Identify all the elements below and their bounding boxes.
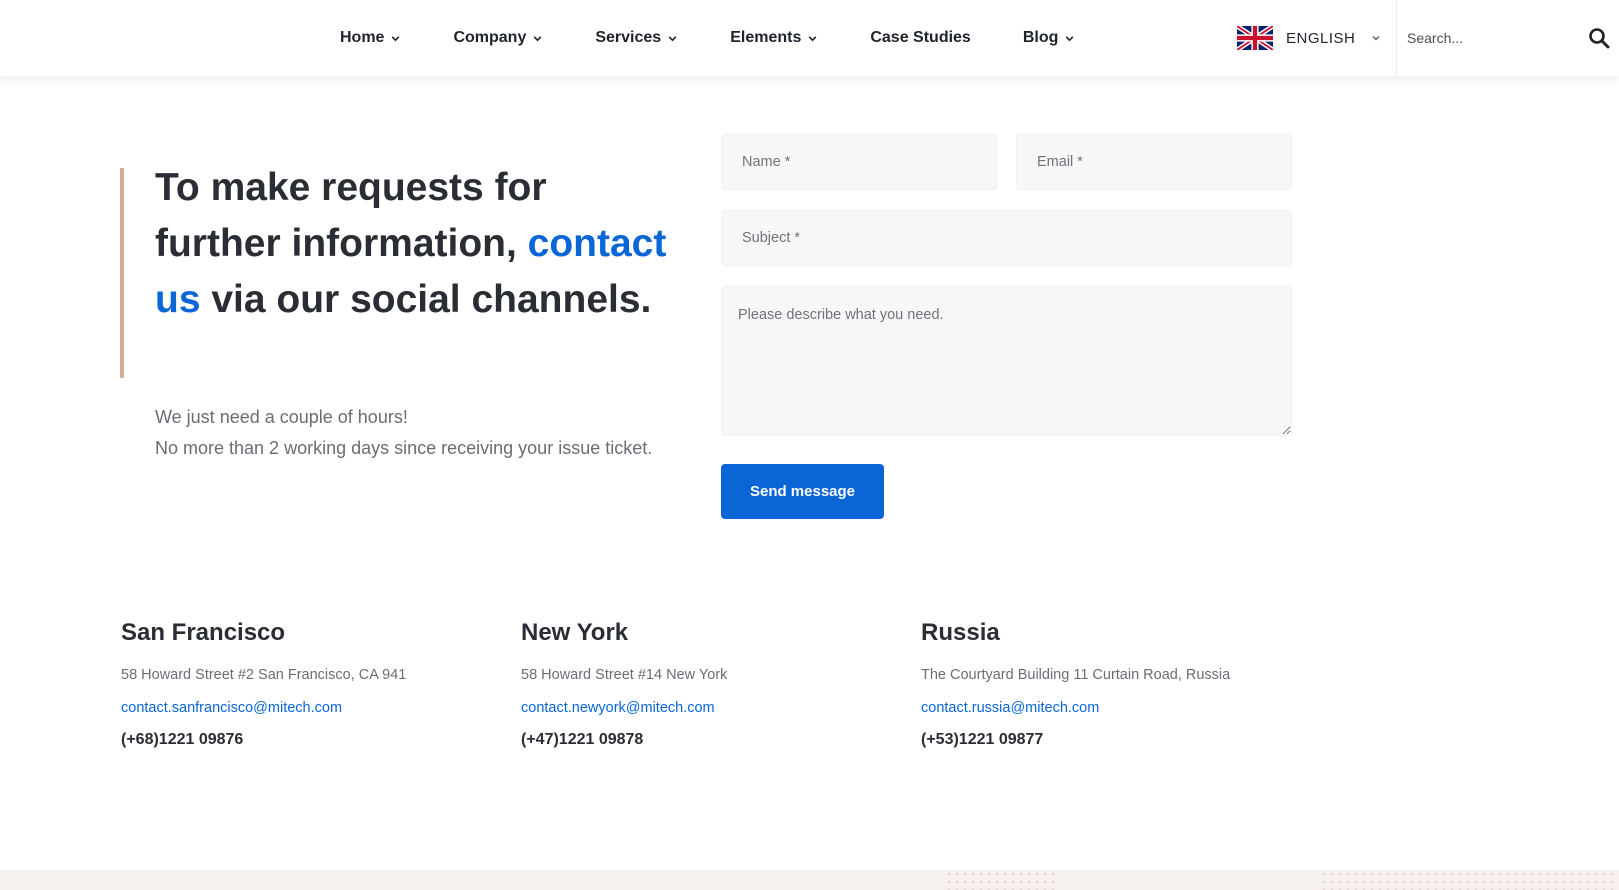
nav-item-blog[interactable]: Blog: [1023, 29, 1076, 47]
email-field[interactable]: [1016, 134, 1292, 190]
nav-item-case-studies[interactable]: Case Studies: [870, 29, 970, 47]
uk-flag-icon: [1237, 26, 1273, 50]
office-email-link[interactable]: contact.russia@mitech.com: [921, 699, 1301, 717]
heading-text: via our social channels.: [211, 278, 652, 321]
office-city: Russia: [921, 619, 1000, 646]
decorative-dots: [945, 870, 1055, 890]
nav-item-label: Blog: [1022, 29, 1059, 46]
office-card-san-francisco: San Francisco 58 Howard Street #2 San Fr…: [121, 616, 501, 749]
accent-bar: [120, 168, 124, 378]
office-email-link[interactable]: contact.newyork@mitech.com: [521, 699, 901, 717]
office-card-russia: Russia The Courtyard Building 11 Curtain…: [921, 616, 1301, 749]
nav-item-home[interactable]: Home: [340, 29, 401, 47]
office-phone: (+68)1221 09876: [121, 731, 244, 748]
nav-item-elements[interactable]: Elements: [730, 29, 818, 47]
chevron-down-icon: [533, 35, 542, 41]
language-selector[interactable]: ENGLISH: [1237, 24, 1381, 52]
office-address: 58 Howard Street #2 San Francisco, CA 94…: [121, 667, 407, 683]
name-field[interactable]: [721, 134, 997, 190]
office-city: San Francisco: [121, 619, 286, 646]
nav-item-label: Case Studies: [870, 29, 971, 46]
message-field[interactable]: [721, 286, 1292, 436]
nav-item-label: Elements: [730, 29, 802, 46]
search-input[interactable]: [1407, 26, 1577, 50]
office-phone: (+53)1221 09877: [921, 731, 1044, 748]
nav-item-label: Company: [453, 29, 527, 46]
chevron-down-icon: [392, 35, 400, 41]
subtext-line: No more than 2 working days since receiv…: [155, 438, 653, 458]
office-address: 58 Howard Street #14 New York: [521, 667, 728, 683]
office-city: New York: [521, 619, 629, 646]
chevron-down-icon: [1065, 35, 1074, 41]
nav-item-company[interactable]: Company: [453, 29, 543, 47]
subject-field[interactable]: [721, 210, 1292, 266]
chevron-down-icon: [1372, 36, 1380, 41]
site-header: Home Company Services Elements Case Stud…: [0, 0, 1619, 76]
office-address: The Courtyard Building 11 Curtain Road, …: [921, 667, 1231, 683]
main-nav: Home Company Services Elements Case Stud…: [340, 0, 1127, 76]
subtext-line: We just need a couple of hours!: [155, 407, 408, 427]
nav-item-services[interactable]: Services: [595, 29, 678, 47]
chevron-down-icon: [808, 35, 817, 41]
search-icon[interactable]: [1587, 26, 1611, 50]
chevron-down-icon: [668, 35, 677, 41]
office-card-new-york: New York 58 Howard Street #14 New York c…: [521, 616, 901, 749]
intro-heading: To make requests for further information…: [155, 160, 675, 328]
footer-strip: [0, 870, 1619, 890]
nav-item-label: Services: [595, 29, 662, 46]
language-label: ENGLISH: [1286, 29, 1356, 47]
decorative-dots: [1320, 870, 1619, 890]
send-message-button[interactable]: Send message: [721, 464, 884, 519]
office-email-link[interactable]: contact.sanfrancisco@mitech.com: [121, 699, 501, 717]
header-search: [1396, 0, 1619, 76]
nav-item-label: Home: [340, 29, 385, 46]
intro-subtext: We just need a couple of hours! No more …: [155, 402, 652, 464]
heading-text: To make requests for further information…: [155, 166, 547, 265]
office-phone: (+47)1221 09878: [521, 731, 644, 748]
